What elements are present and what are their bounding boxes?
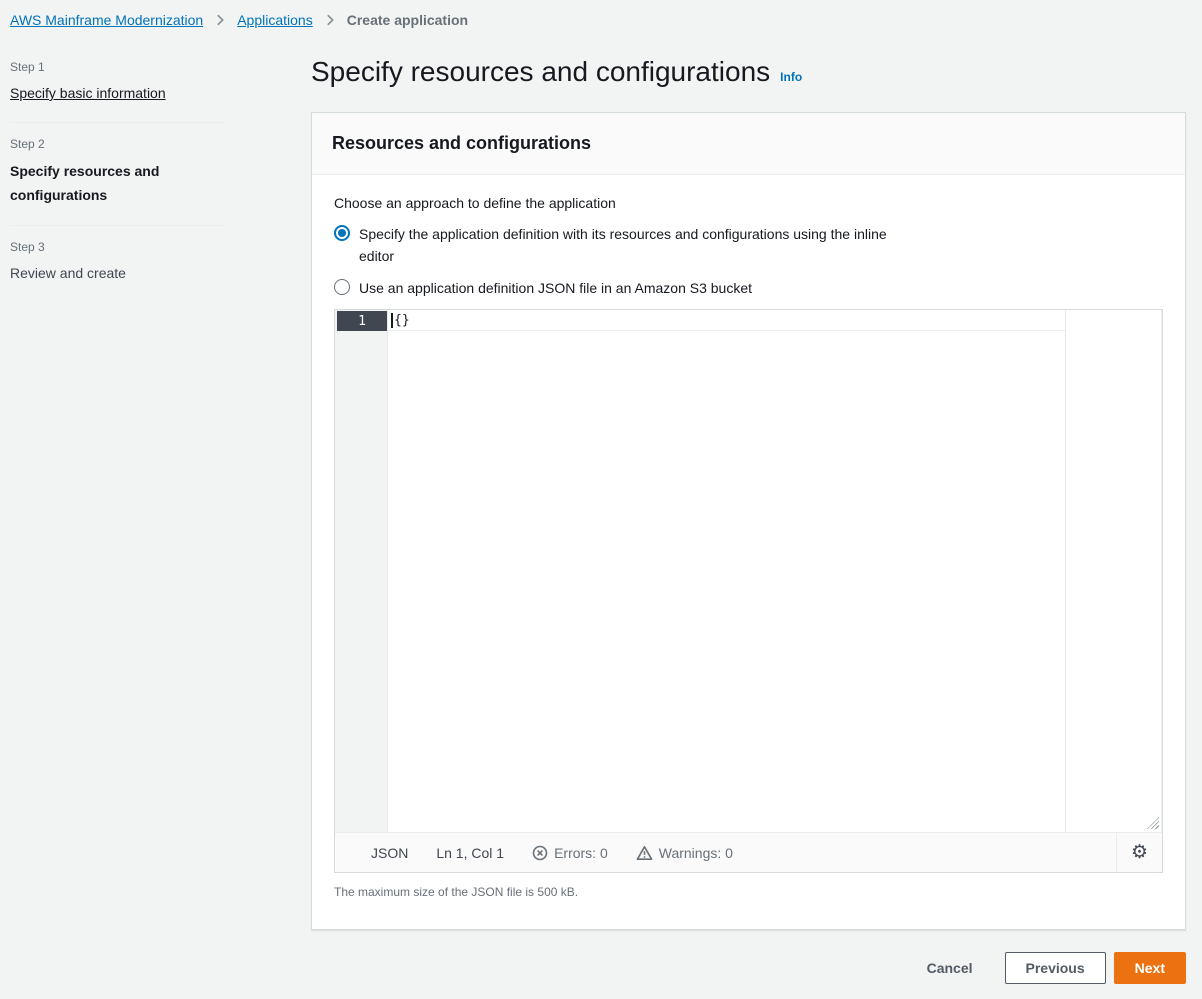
errors-count-label: Errors: 0 bbox=[554, 845, 608, 861]
radio-option-label[interactable]: Specify the application definition with … bbox=[359, 223, 919, 267]
error-circle-icon bbox=[532, 845, 548, 861]
line-number-gutter: 1 bbox=[335, 310, 388, 832]
previous-button[interactable]: Previous bbox=[1005, 952, 1106, 984]
wizard-step-3: Step 3 Review and create bbox=[10, 225, 224, 302]
gear-icon: ⚙ bbox=[1131, 843, 1148, 862]
code-line-1[interactable]: {} bbox=[388, 311, 1065, 331]
warnings-count-label: Warnings: 0 bbox=[659, 845, 733, 861]
resources-configurations-panel: Resources and configurations Choose an a… bbox=[311, 112, 1186, 930]
radio-option-s3-json[interactable]: Use an application definition JSON file … bbox=[334, 277, 1163, 299]
warning-triangle-icon bbox=[636, 845, 653, 861]
panel-title: Resources and configurations bbox=[332, 133, 1165, 154]
wizard-actions: Cancel Previous Next bbox=[311, 952, 1186, 984]
chevron-right-icon bbox=[323, 13, 337, 27]
cursor-position-label: Ln 1, Col 1 bbox=[436, 845, 504, 861]
json-code-editor: 1 {} bbox=[334, 309, 1163, 873]
breadcrumb: AWS Mainframe Modernization Applications… bbox=[8, 8, 1186, 28]
text-cursor bbox=[391, 313, 393, 328]
radio-option-label[interactable]: Use an application definition JSON file … bbox=[359, 277, 752, 299]
create-application-page: AWS Mainframe Modernization Applications… bbox=[0, 0, 1202, 999]
approach-label: Choose an approach to define the applica… bbox=[334, 195, 1163, 211]
wizard-steps-nav: Step 1 Specify basic information Step 2 … bbox=[8, 46, 224, 984]
errors-status: Errors: 0 bbox=[532, 845, 608, 861]
page-title: Specify resources and configurations bbox=[311, 56, 770, 88]
wizard-step-2: Step 2 Specify resources and configurati… bbox=[10, 122, 224, 225]
radio-option-inline-editor[interactable]: Specify the application definition with … bbox=[334, 223, 1163, 267]
code-text: {} bbox=[394, 313, 410, 328]
step-number-label: Step 3 bbox=[10, 240, 224, 254]
max-size-footnote: The maximum size of the JSON file is 500… bbox=[334, 885, 1163, 899]
wizard-step-1: Step 1 Specify basic information bbox=[10, 46, 224, 122]
main-content: Specify resources and configurations Inf… bbox=[311, 46, 1186, 984]
step-1-link[interactable]: Specify basic information bbox=[10, 82, 166, 104]
cancel-button[interactable]: Cancel bbox=[923, 952, 977, 984]
panel-header: Resources and configurations bbox=[312, 113, 1185, 175]
editor-settings-button[interactable]: ⚙ bbox=[1116, 833, 1162, 872]
breadcrumb-current: Create application bbox=[347, 12, 468, 28]
step-number-label: Step 1 bbox=[10, 60, 224, 74]
breadcrumb-link-applications[interactable]: Applications bbox=[237, 12, 313, 28]
step-number-label: Step 2 bbox=[10, 137, 224, 151]
editor-language-label: JSON bbox=[371, 845, 408, 861]
code-editor-body: 1 {} bbox=[335, 310, 1162, 832]
step-3-label: Review and create bbox=[10, 262, 224, 284]
chevron-right-icon bbox=[213, 13, 227, 27]
radio-button-selected-icon[interactable] bbox=[334, 225, 350, 241]
warnings-status: Warnings: 0 bbox=[636, 845, 733, 861]
info-link[interactable]: Info bbox=[780, 70, 802, 84]
code-editor-content[interactable]: {} bbox=[388, 310, 1162, 832]
next-button[interactable]: Next bbox=[1114, 952, 1186, 984]
breadcrumb-link-service[interactable]: AWS Mainframe Modernization bbox=[10, 12, 203, 28]
step-2-label: Specify resources and configurations bbox=[10, 159, 224, 207]
editor-right-strip bbox=[1066, 310, 1162, 832]
active-line-number: 1 bbox=[337, 311, 387, 331]
radio-button-unselected-icon[interactable] bbox=[334, 279, 350, 295]
editor-status-bar: JSON Ln 1, Col 1 Errors: 0 Warnings: 0 bbox=[335, 832, 1162, 872]
